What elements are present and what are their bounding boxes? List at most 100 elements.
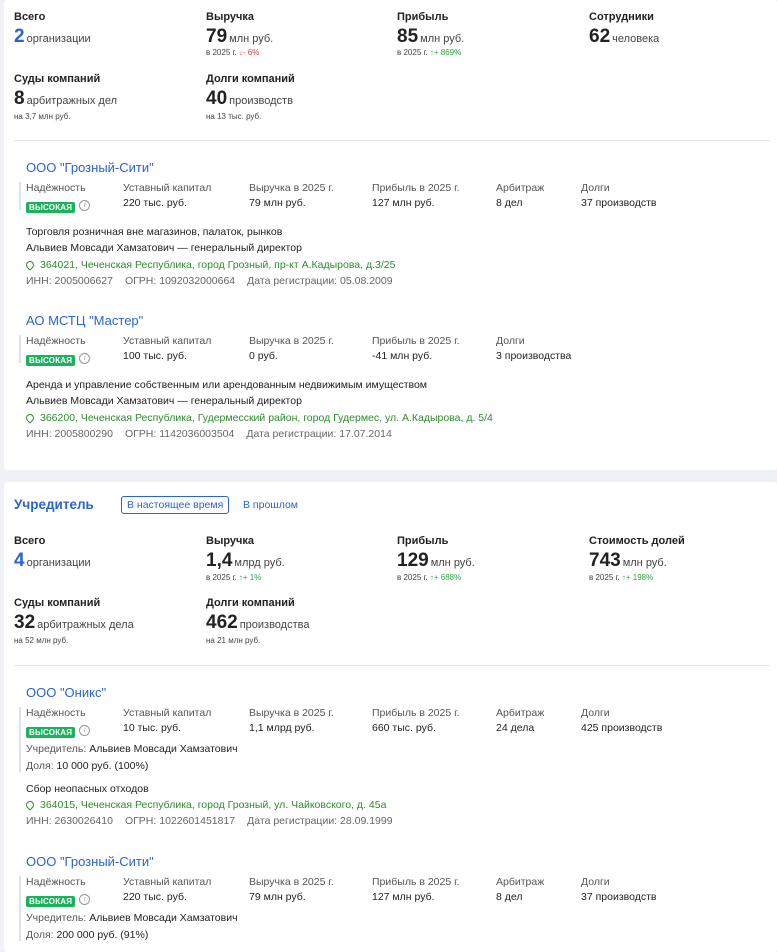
location-pin-icon <box>24 412 36 424</box>
revenue-label: Выручка в 2025 г. <box>249 182 334 194</box>
address[interactable]: 364015, Чеченская Республика, город Гроз… <box>24 799 386 811</box>
stat-debts-sub: на 13 тыс. руб. <box>206 112 262 121</box>
stat-debts-value: 40 <box>206 88 228 109</box>
inn: ИНН: 2630026410 <box>26 815 113 827</box>
registry-info: ИНН: 2005006627 ОГРН: 1092032000664 Дата р… <box>26 275 405 287</box>
profit-value: -41 млн руб. <box>372 350 433 362</box>
founder: Учредитель: Альвиев Мовсади Хамзатович <box>26 912 238 924</box>
stat-total-unit: организации <box>26 557 91 569</box>
stat-courts-sub: на 52 млн руб. <box>14 636 69 645</box>
stat-revenue-change: - 6% <box>242 48 260 57</box>
stat-revenue-sub: в 2025 г. ↑+ 1% <box>206 573 261 582</box>
share-label: Доля: <box>26 760 54 772</box>
company-title-link[interactable]: ООО "Грозный-Сити" <box>26 854 154 869</box>
tab-past[interactable]: В прошлом <box>238 497 303 513</box>
capital-value: 220 тыс. руб. <box>123 891 187 903</box>
stat-debts-value: 462 <box>206 612 238 633</box>
info-icon[interactable]: i <box>79 200 91 212</box>
founder-name[interactable]: Альвиев Мовсади Хамзатович <box>89 743 237 755</box>
activity: Сбор неопасных отходов <box>26 783 149 795</box>
registry-info: ИНН: 2630026410 ОГРН: 1022601451817 Дата р… <box>26 815 405 827</box>
registry-info: ИНН: 2005800290 ОГРН: 1142036003504 Дата р… <box>26 428 404 440</box>
profit-label: Прибыль в 2025 г. <box>372 182 460 194</box>
founder-name[interactable]: Альвиев Мовсади Хамзатович <box>89 912 237 924</box>
stat-profit-year: в 2025 г. <box>397 573 428 582</box>
company-side-bar <box>19 335 21 363</box>
company-title-link[interactable]: АО МСТЦ "Мастер" <box>26 313 143 328</box>
ogrn: ОГРН: 1142036003504 <box>124 428 235 440</box>
profit-label: Прибыль в 2025 г. <box>372 707 460 719</box>
share-label: Доля: <box>26 929 54 941</box>
debts-label: Долги <box>581 182 610 194</box>
company-side-bar <box>19 182 21 210</box>
inn: ИНН: 2005800290 <box>26 428 113 440</box>
stat-total-label: Всего <box>14 11 46 23</box>
stat-total[interactable]: 2 организации <box>14 26 91 48</box>
stat-courts: 8 арбитражных дел <box>14 88 117 110</box>
debts-value[interactable]: 425 производств <box>581 722 662 734</box>
capital-value: 10 тыс. руб. <box>123 722 182 734</box>
info-icon[interactable]: i <box>79 725 91 737</box>
company-title-link[interactable]: ООО "Грозный-Сити" <box>26 160 154 175</box>
debts-value[interactable]: 37 производств <box>581 891 656 903</box>
company-title-link[interactable]: ООО "Оникс" <box>26 685 106 700</box>
reliability-badge: ВЫСОКАЯ <box>26 355 76 366</box>
stat-debts-unit: производства <box>239 619 310 631</box>
stat-total-value[interactable]: 2 <box>14 26 25 47</box>
capital-label: Уставный капитал <box>123 876 212 888</box>
stat-revenue-value: 79 <box>206 26 228 47</box>
location-pin-icon <box>24 259 36 271</box>
stat-shares-sub: в 2025 г. ↑+ 198% <box>589 573 653 582</box>
reliability-badge: ВЫСОКАЯ <box>26 896 76 907</box>
address-text: 366200, Чеченская Республика, Гудермесск… <box>40 412 493 424</box>
stat-shares-value: 743 <box>589 550 621 571</box>
company-side-bar <box>19 707 21 772</box>
stat-debts: 40 производств <box>206 88 293 110</box>
capital-label: Уставный капитал <box>123 335 212 347</box>
revenue-value: 0 руб. <box>249 350 278 362</box>
arbitration-value[interactable]: 8 дел <box>496 197 523 209</box>
tab-current[interactable]: В настоящее время <box>121 496 230 514</box>
address[interactable]: 366200, Чеченская Республика, Гудермесск… <box>24 412 493 424</box>
ogrn: ОГРН: 1092032000664 <box>124 275 236 287</box>
stat-shares-label: Стоимость долей <box>589 535 685 547</box>
stat-profit-change: + 688% <box>433 573 462 582</box>
stat-revenue-change: + 1% <box>242 573 262 582</box>
director-companies-card: Всего 2 организации Выручка 79 млн руб. в … <box>4 0 777 470</box>
stat-revenue: 1,4 млрд руб. <box>206 550 285 572</box>
stat-profit-label: Прибыль <box>397 535 449 547</box>
address[interactable]: 364021, Чеченская Республика, город Гроз… <box>24 259 395 271</box>
stat-revenue-sub: в 2025 г. ↓- 6% <box>206 48 259 57</box>
stat-revenue-unit: млн руб. <box>229 33 274 45</box>
arbitration-label: Арбитраж <box>496 182 545 194</box>
founder-label: Учредитель: <box>26 912 87 924</box>
info-icon[interactable]: i <box>79 353 91 365</box>
company-side-bar <box>19 876 21 941</box>
debts-value[interactable]: 37 производств <box>581 197 656 209</box>
founder-companies-card: Учредитель В настоящее время В прошлом В… <box>4 482 777 952</box>
profit-value: 127 млн руб. <box>372 197 435 209</box>
stat-total[interactable]: 4 организации <box>14 550 91 572</box>
debts-value[interactable]: 3 производства <box>496 350 571 362</box>
stat-courts-sub: на 3,7 млн руб. <box>14 112 71 121</box>
reliability-label: Надёжность <box>26 182 86 194</box>
profit-label: Прибыль в 2025 г. <box>372 335 460 347</box>
activity: Торговля розничная вне магазинов, палато… <box>26 226 283 238</box>
director[interactable]: Альвиев Мовсади Хамзатович — генеральный… <box>26 242 302 254</box>
ogrn: ОГРН: 1022601451817 <box>124 815 236 827</box>
arbitration-value[interactable]: 24 дела <box>496 722 534 734</box>
revenue-label: Выручка в 2025 г. <box>249 707 334 719</box>
stat-shares-unit: млн руб. <box>622 557 667 569</box>
reliability-label: Надёжность <box>26 707 86 719</box>
revenue-value: 1,1 млрд руб. <box>249 722 315 734</box>
revenue-value: 79 млн руб. <box>249 891 306 903</box>
share: Доля: 10 000 руб. (100%) <box>26 760 148 772</box>
stat-total-unit: организации <box>26 33 91 45</box>
inn: ИНН: 2005006627 <box>26 275 113 287</box>
stat-profit-sub: в 2025 г. ↑+ 688% <box>397 573 461 582</box>
arbitration-value[interactable]: 8 дел <box>496 891 523 903</box>
stat-debts-label: Долги компаний <box>206 73 295 85</box>
info-icon[interactable]: i <box>79 894 91 906</box>
stat-total-value[interactable]: 4 <box>14 550 25 571</box>
director[interactable]: Альвиев Мовсади Хамзатович — генеральный… <box>26 395 302 407</box>
